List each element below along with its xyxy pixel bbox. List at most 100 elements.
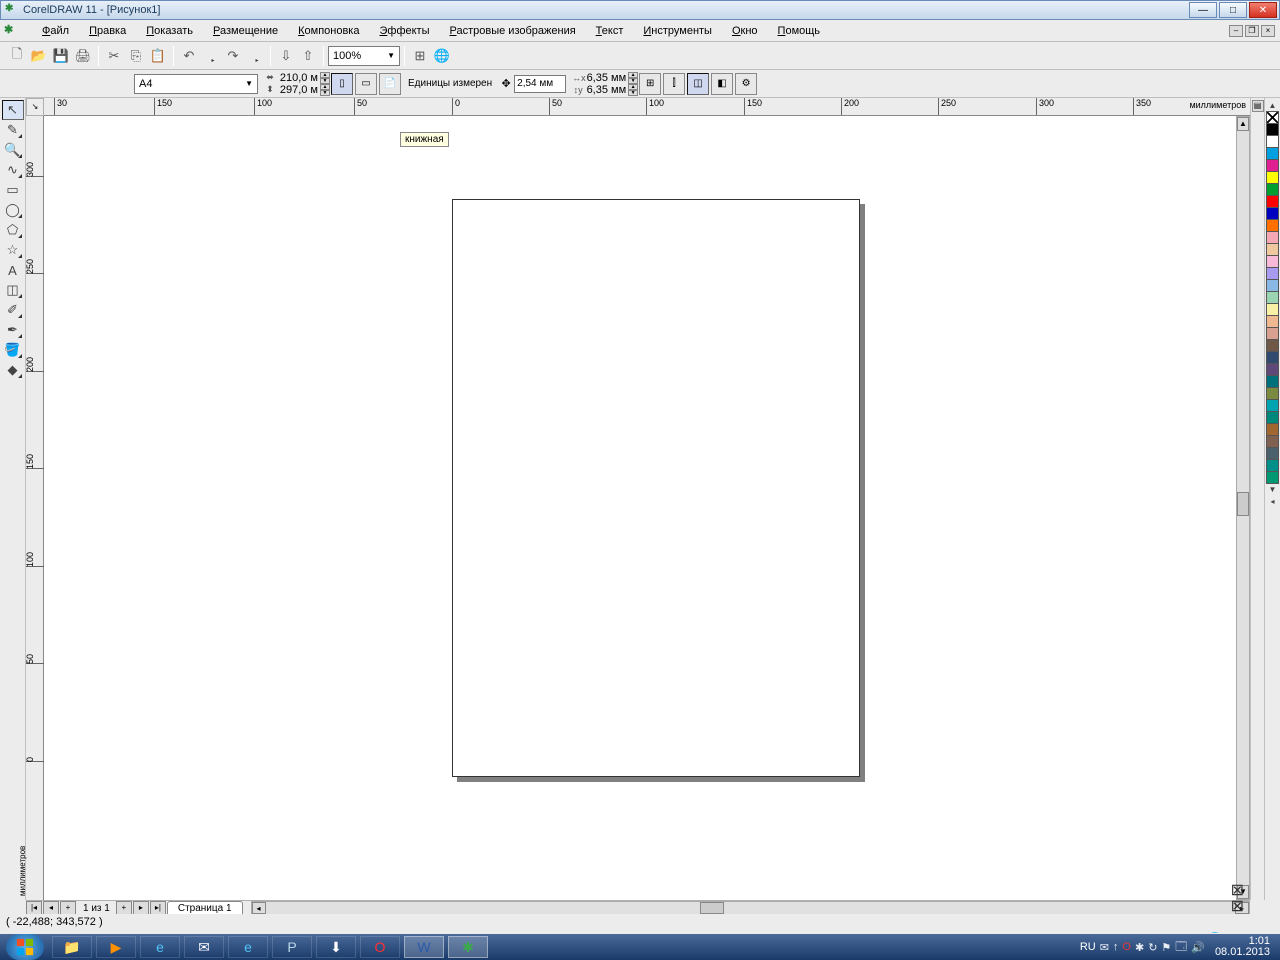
media-player-taskbar-item[interactable]: ▶ (96, 936, 136, 958)
nudge-input[interactable] (514, 75, 566, 93)
interactive-blend-tool[interactable]: ◫ (2, 280, 24, 300)
palette-down-arrow[interactable]: ▼ (1267, 484, 1279, 496)
app-p-taskbar-item[interactable]: P (272, 936, 312, 958)
vertical-scrollbar[interactable]: ▲ ▼ (1236, 116, 1250, 900)
basic-shapes-tool[interactable]: ☆ (2, 240, 24, 260)
ruler-horizontal[interactable]: миллиметров 3015010050050100150200250300… (44, 98, 1250, 116)
print-button[interactable]: 🖨 (72, 45, 94, 67)
menu-эффекты[interactable]: Эффекты (371, 23, 437, 39)
word-taskbar-item[interactable]: W (404, 936, 444, 958)
mail-taskbar-item[interactable]: ✉ (184, 936, 224, 958)
open-button[interactable]: 📂 (28, 45, 50, 67)
page-setup-button[interactable]: 📄 (379, 73, 401, 95)
tray-icon[interactable]: ✱ (1135, 941, 1144, 954)
ellipse-tool[interactable]: ◯ (2, 200, 24, 220)
scroll-left-arrow[interactable]: ◂ (252, 902, 266, 914)
save-button[interactable]: 💾 (50, 45, 72, 67)
tray-icon[interactable]: ✉ (1100, 941, 1109, 954)
tray-icon[interactable]: ⚑ (1161, 941, 1171, 954)
opera-taskbar-item[interactable]: O (360, 936, 400, 958)
scroll-thumb-v[interactable] (1237, 492, 1249, 516)
polygon-tool[interactable]: ⬠ (2, 220, 24, 240)
paste-button[interactable]: 📋 (147, 45, 169, 67)
zoom-tool[interactable]: 🔍 (2, 140, 24, 160)
last-page-button[interactable]: ▸| (150, 901, 166, 915)
tray-icon[interactable]: ↻ (1148, 941, 1157, 954)
app-launcher-button[interactable]: ⊞ (409, 45, 431, 67)
nudge-offset[interactable]: ✥ (498, 75, 566, 93)
undo-flyout[interactable] (200, 45, 222, 67)
duplicate-offset[interactable]: ↔x6,35 мм▲▼ ↕y6,35 мм▲▼ (572, 72, 638, 96)
menu-файл[interactable]: Файл (34, 23, 77, 39)
docker-toggle[interactable]: ▤ (1252, 100, 1264, 112)
coreldraw-taskbar-item[interactable]: ✱ (448, 936, 488, 958)
menu-размещение[interactable]: Размещение (205, 23, 286, 39)
menu-помощь[interactable]: Помощь (770, 23, 829, 39)
text-tool[interactable]: A (2, 260, 24, 280)
shape-tool[interactable]: ✎ (2, 120, 24, 140)
ie-taskbar-item-2[interactable]: e (228, 936, 268, 958)
fill-tool[interactable]: 🪣 (2, 340, 24, 360)
palette-flyout-arrow[interactable]: ◂ (1267, 496, 1279, 508)
next-page-button[interactable]: ▸ (133, 901, 149, 915)
landscape-button[interactable]: ▭ (355, 73, 377, 95)
undo-button[interactable]: ↶ (178, 45, 200, 67)
tray-icon[interactable]: ↑ (1113, 941, 1119, 953)
ruler-origin[interactable]: ↘ (26, 98, 44, 116)
add-page-after-button[interactable]: + (116, 901, 132, 915)
drawing-canvas[interactable]: книжная (44, 116, 1250, 900)
freehand-tool[interactable]: ∿ (2, 160, 24, 180)
page-tab[interactable]: Страница 1 (167, 901, 243, 915)
menu-растровые изображения[interactable]: Растровые изображения (442, 23, 584, 39)
prev-page-button[interactable]: ◂ (43, 901, 59, 915)
tray-icon[interactable]: O (1122, 941, 1131, 953)
tray-icon[interactable]: 🗔 (1175, 938, 1187, 957)
menu-компоновка[interactable]: Компоновка (290, 23, 367, 39)
explorer-taskbar-item[interactable]: 📁 (52, 936, 92, 958)
add-page-before-button[interactable]: + (60, 901, 76, 915)
cut-button[interactable]: ✂ (103, 45, 125, 67)
pick-tool[interactable]: ↖ (2, 100, 24, 120)
outline-tool[interactable]: ✒ (2, 320, 24, 340)
treat-as-filled-button[interactable]: ◧ (711, 73, 733, 95)
paper-size-combo[interactable]: A4 ▼ (134, 74, 258, 94)
close-button[interactable]: ✕ (1249, 2, 1277, 18)
zoom-combo[interactable]: 100% ▼ (328, 46, 400, 66)
export-button[interactable]: ⇧ (297, 45, 319, 67)
mdi-restore-button[interactable]: ❐ (1245, 25, 1259, 37)
portrait-button[interactable]: ▯ (331, 73, 353, 95)
language-indicator[interactable]: RU (1080, 941, 1096, 953)
menu-окно[interactable]: Окно (724, 23, 766, 39)
rectangle-tool[interactable]: ▭ (2, 180, 24, 200)
no-color-swatch[interactable] (1266, 111, 1279, 124)
eyedropper-tool[interactable]: ✐ (2, 300, 24, 320)
downloads-taskbar-item[interactable]: ⬇ (316, 936, 356, 958)
options-button[interactable]: ⚙ (735, 73, 757, 95)
snap-guides-button[interactable]: ⫿ (663, 73, 685, 95)
snap-objects-button[interactable]: ◫ (687, 73, 709, 95)
ie-taskbar-item[interactable]: e (140, 936, 180, 958)
corel-online-button[interactable]: 🌐 (431, 45, 453, 67)
menu-инструменты[interactable]: Инструменты (635, 23, 720, 39)
scroll-thumb-h[interactable] (700, 902, 724, 914)
new-button[interactable]: 🗋 (6, 45, 28, 67)
start-button[interactable] (6, 934, 44, 960)
mdi-close-button[interactable]: × (1261, 25, 1275, 37)
ruler-vertical[interactable]: миллиметров 300250200150100500 (26, 116, 44, 900)
maximize-button[interactable]: □ (1219, 2, 1247, 18)
menu-показать[interactable]: Показать (138, 23, 201, 39)
redo-flyout[interactable] (244, 45, 266, 67)
volume-icon[interactable]: 🔊 (1191, 941, 1205, 954)
taskbar-clock[interactable]: 1:01 08.01.2013 (1209, 936, 1276, 958)
page-dimensions[interactable]: ⬌210,0 м▲▼ ⬍297,0 м▲▼ (264, 72, 330, 96)
color-swatch[interactable] (1266, 471, 1279, 484)
minimize-button[interactable]: — (1189, 2, 1217, 18)
scroll-up-arrow[interactable]: ▲ (1237, 117, 1249, 131)
redo-button[interactable]: ↷ (222, 45, 244, 67)
copy-button[interactable]: ⎘ (125, 45, 147, 67)
snap-grid-button[interactable]: ⊞ (639, 73, 661, 95)
mdi-minimize-button[interactable]: – (1229, 25, 1243, 37)
interactive-fill-tool[interactable]: ◆ (2, 360, 24, 380)
first-page-button[interactable]: |◂ (26, 901, 42, 915)
menu-текст[interactable]: Текст (588, 23, 632, 39)
